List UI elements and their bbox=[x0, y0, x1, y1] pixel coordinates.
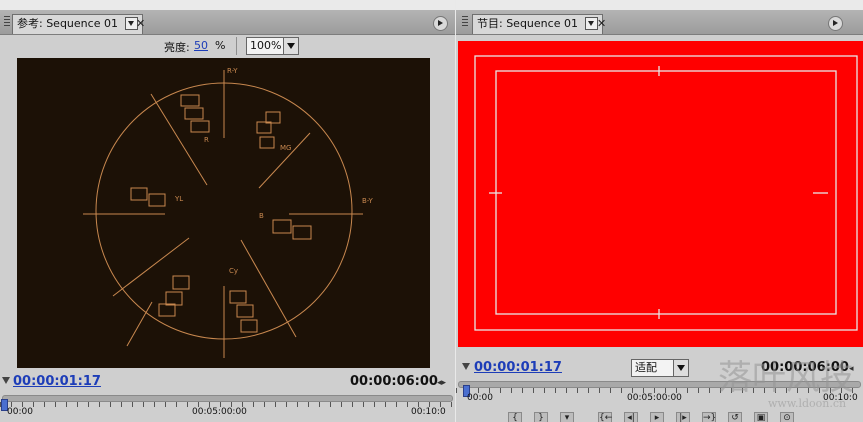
panel-top-strip bbox=[456, 0, 863, 10]
chevron-down-icon bbox=[283, 38, 298, 54]
program-monitor-panel: 节目: Sequence 01 ✕ 00:00:01:17 适配 00:00:0… bbox=[456, 0, 863, 422]
go-to-out-button[interactable]: →} bbox=[702, 412, 716, 422]
program-tab-bar: 节目: Sequence 01 ✕ bbox=[456, 10, 863, 35]
target-cy: Cy bbox=[229, 267, 258, 333]
watermark-url: www.ldoon.cn bbox=[768, 397, 847, 410]
divider bbox=[236, 37, 237, 55]
brightness-value[interactable]: 50 bbox=[194, 39, 208, 52]
chevron-down-icon bbox=[673, 360, 688, 376]
close-icon[interactable]: ✕ bbox=[597, 17, 606, 30]
program-tab-label: 节目: Sequence 01 bbox=[477, 17, 578, 30]
ruler-label-mid: 00:05:00:00 bbox=[192, 407, 247, 417]
vector-label-r: R bbox=[204, 136, 209, 144]
vector-label-ry: R-Y bbox=[227, 67, 238, 75]
program-video-frame bbox=[458, 41, 863, 347]
brightness-label: 亮度: bbox=[164, 41, 190, 54]
zoom-scrollbar[interactable] bbox=[2, 395, 453, 402]
close-icon[interactable]: ✕ bbox=[136, 17, 145, 30]
target-mg: MG bbox=[256, 111, 291, 152]
vector-label-b: B bbox=[259, 212, 264, 220]
source-control-bar: 亮度: 50 % 100% bbox=[0, 35, 455, 57]
ruler-label-mid: 00:05:00:00 bbox=[627, 393, 682, 403]
vector-label-cy: Cy bbox=[229, 267, 238, 275]
zoom-dropdown[interactable]: 100% bbox=[246, 37, 299, 55]
zoom-value: 100% bbox=[250, 39, 282, 52]
expand-icon[interactable]: ◂▸ bbox=[437, 378, 446, 388]
watermark-logo: 落叶风技 bbox=[718, 358, 854, 398]
ruler-label-start: 00:00 bbox=[467, 393, 493, 403]
fit-dropdown[interactable]: 适配 bbox=[631, 359, 689, 377]
program-frame-graphic bbox=[458, 41, 863, 347]
fit-value: 适配 bbox=[635, 361, 657, 374]
output-button[interactable]: ⊙ bbox=[780, 412, 794, 422]
panel-grip-icon[interactable] bbox=[462, 16, 468, 28]
source-time-ruler[interactable]: 00:00 00:05:00:00 00:10:0 bbox=[0, 393, 455, 417]
target-g bbox=[158, 275, 190, 317]
safe-margins-button[interactable]: ▣ bbox=[754, 412, 768, 422]
source-current-timecode[interactable]: 00:00:01:17 bbox=[13, 374, 101, 389]
brightness-unit: % bbox=[215, 39, 226, 52]
program-tab[interactable]: 节目: Sequence 01 bbox=[472, 14, 604, 34]
source-monitor-panel: 参考: Sequence 01 ✕ 亮度: 50 % 100% R MG YL … bbox=[0, 0, 455, 422]
program-current-timecode[interactable]: 00:00:01:17 bbox=[474, 360, 562, 375]
source-tab-bar: 参考: Sequence 01 ✕ bbox=[0, 10, 455, 35]
vector-label-mg: MG bbox=[280, 144, 291, 152]
ruler-label-end: 00:10:0 bbox=[411, 407, 446, 417]
vectorscope-display: R MG YL B Cy R-Y B-Y bbox=[17, 58, 430, 368]
vector-label-yl: YL bbox=[174, 195, 183, 203]
collapse-arrow-icon[interactable] bbox=[462, 363, 470, 370]
panel-menu-icon[interactable] bbox=[828, 16, 843, 31]
source-duration-timecode: 00:00:06:00 bbox=[350, 374, 438, 389]
target-b: B bbox=[259, 212, 312, 240]
mark-out-button[interactable]: } bbox=[534, 412, 548, 422]
collapse-arrow-icon[interactable] bbox=[2, 377, 10, 384]
video-fill bbox=[458, 41, 863, 347]
target-yl: YL bbox=[130, 187, 183, 207]
panel-top-strip bbox=[0, 0, 455, 10]
vectorscope-spoke bbox=[112, 237, 190, 297]
set-marker-button[interactable]: ▾ bbox=[560, 412, 574, 422]
target-r: R bbox=[180, 94, 210, 144]
step-back-button[interactable]: ◂| bbox=[624, 412, 638, 422]
vectorscope-graph: R MG YL B Cy R-Y B-Y bbox=[83, 67, 373, 358]
vectorscope-spoke bbox=[258, 132, 311, 189]
step-forward-button[interactable]: |▸ bbox=[676, 412, 690, 422]
source-tab[interactable]: 参考: Sequence 01 bbox=[12, 14, 144, 34]
play-button[interactable]: ▸ bbox=[650, 412, 664, 422]
source-timecode-row: 00:00:01:17 00:00:06:00 ◂▸ bbox=[0, 371, 455, 393]
panel-menu-icon[interactable] bbox=[433, 16, 448, 31]
mark-in-button[interactable]: { bbox=[508, 412, 522, 422]
loop-button[interactable]: ↺ bbox=[728, 412, 742, 422]
ruler-label-start: 00:00 bbox=[7, 407, 33, 417]
go-to-in-button[interactable]: {← bbox=[598, 412, 612, 422]
source-tab-label: 参考: Sequence 01 bbox=[17, 17, 118, 30]
panel-grip-icon[interactable] bbox=[4, 16, 10, 28]
vectorscope-spoke bbox=[240, 239, 297, 338]
vector-label-by: B-Y bbox=[362, 197, 373, 205]
vectorscope-spoke bbox=[126, 301, 153, 347]
